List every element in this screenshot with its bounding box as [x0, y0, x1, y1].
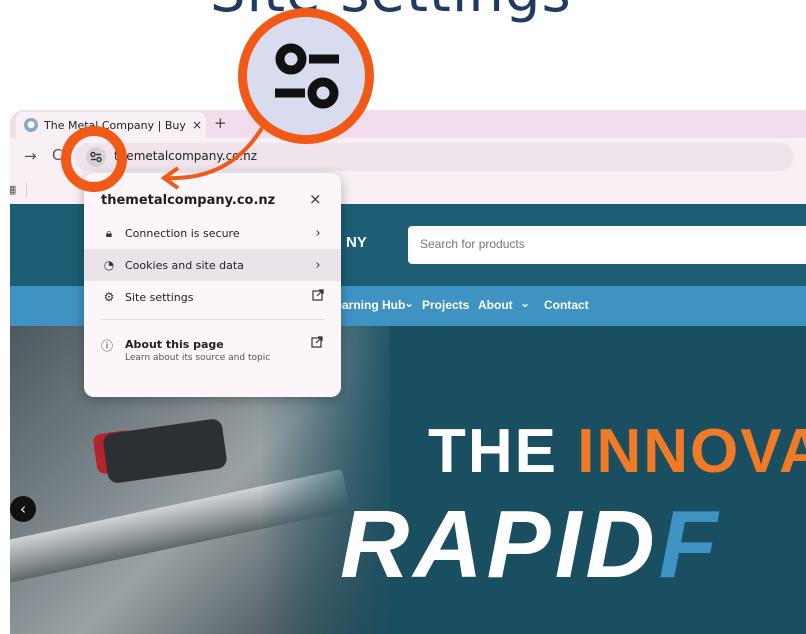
callout-highlight-ring: [61, 126, 127, 192]
hero-brand: RAPIDF: [340, 490, 721, 600]
new-tab-button[interactable]: +: [214, 114, 227, 132]
about-page-row[interactable]: ⓘ About this page Learn about its source…: [101, 336, 331, 376]
search-placeholder: Search for products: [420, 237, 525, 251]
tab-title: The Metal Company | Buy Stainless: [44, 118, 188, 132]
browser-toolbar: → C themetalcompany.co.nz: [10, 138, 806, 176]
hero-tool-graphic: [102, 417, 228, 485]
site-settings-label: Site settings: [125, 290, 194, 304]
address-bar[interactable]: themetalcompany.co.nz: [74, 143, 794, 171]
popup-close-icon[interactable]: ×: [309, 190, 322, 208]
chevron-right-icon: ›: [315, 257, 321, 273]
about-subtitle: Learn about its source and topic: [125, 353, 271, 363]
cookie-icon: ◔: [103, 258, 115, 272]
nav-about[interactable]: About: [478, 298, 513, 312]
url-text: themetalcompany.co.nz: [114, 149, 258, 163]
site-info-popup: themetalcompany.co.nz × 🔒︎ Connection is…: [84, 173, 341, 397]
apps-grid-icon[interactable]: ▦: [10, 183, 16, 196]
open-external-icon: [311, 336, 323, 351]
cookies-row[interactable]: ◔ Cookies and site data ›: [84, 249, 341, 281]
chevron-down-icon[interactable]: ⌄: [404, 296, 414, 310]
tab-strip: ● The Metal Company | Buy Stainless × +: [10, 110, 806, 138]
site-settings-row[interactable]: ⚙ Site settings: [84, 281, 341, 313]
site-info-icon: [275, 43, 339, 109]
callout-zoom-circle: [238, 8, 374, 144]
connection-label: Connection is secure: [125, 226, 240, 240]
lock-icon: 🔒︎: [105, 225, 113, 240]
settings-icon: ⚙: [103, 290, 115, 304]
about-title: About this page: [125, 338, 224, 351]
nav-projects[interactable]: Projects: [422, 298, 469, 312]
tab-close-icon[interactable]: ×: [188, 118, 206, 132]
site-logo-text[interactable]: NY: [346, 234, 367, 251]
popup-domain: themetalcompany.co.nz: [101, 193, 276, 208]
cookies-label: Cookies and site data: [125, 258, 244, 272]
chevron-right-icon: ›: [315, 225, 321, 241]
heading-area: Site settings: [0, 0, 806, 110]
connection-secure-row[interactable]: 🔒︎ Connection is secure ›: [84, 217, 341, 249]
hero-line1-accent: INNOVA: [577, 417, 806, 486]
hero-line1-prefix: THE: [428, 417, 578, 486]
chevron-down-icon[interactable]: ⌄: [520, 296, 530, 310]
info-icon: ⓘ: [101, 339, 114, 353]
globe-icon: ●: [24, 118, 38, 132]
hero-line2-prefix: RAPID: [340, 491, 659, 598]
open-external-icon: [311, 289, 325, 305]
bookmark-divider: [26, 183, 27, 197]
nav-contact[interactable]: Contact: [544, 298, 589, 312]
popup-divider: [101, 319, 325, 320]
hero-line2-accent: F: [658, 491, 722, 598]
hero-headline: THE INNOVA: [428, 416, 806, 487]
product-search-input[interactable]: Search for products: [408, 226, 806, 264]
forward-icon[interactable]: →: [24, 147, 37, 165]
carousel-prev-icon[interactable]: ‹: [10, 496, 36, 522]
